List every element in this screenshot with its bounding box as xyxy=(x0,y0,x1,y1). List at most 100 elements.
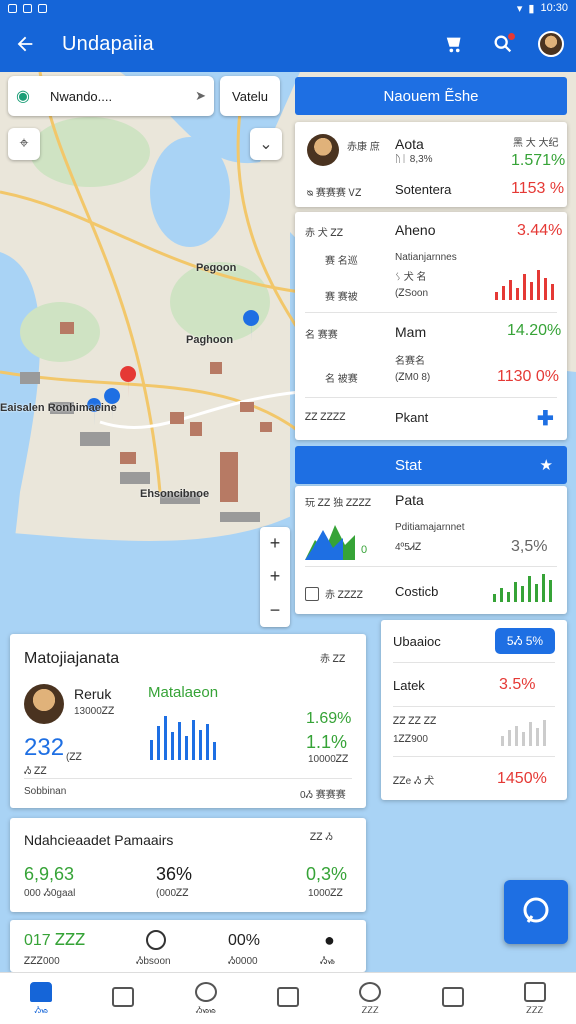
row-name: Aheno xyxy=(395,222,436,238)
book-icon xyxy=(441,987,464,1007)
user-name: Reruk xyxy=(74,686,112,702)
cart-icon[interactable] xyxy=(442,31,468,57)
star-icon[interactable]: ★ xyxy=(540,456,553,474)
stat-value: 0,3% xyxy=(306,864,348,884)
chat-icon xyxy=(523,897,549,923)
bottom-navigation: Ᏹᏹ Ᏹᏹᏹ ᏃᏃᏃ ᏃᏃᏃ xyxy=(0,972,576,1024)
map-filter-button[interactable]: Vatelu xyxy=(220,76,280,116)
signal-icon: ▮ xyxy=(528,2,535,15)
stat-card: 玩 ᏃᏃ 独 ᏃᏃᏃᏃ Pata 0 Pditiamajarnnet 4º5ᏗᏃ… xyxy=(295,486,567,614)
card-corner-label: ᏃᏃ Ᏹ xyxy=(310,832,333,843)
quick-value: 00% xyxy=(228,932,261,949)
quick-card: 017 ᏃᏃᏃ ᏃᏃᏃ000 Ᏹbsoon 00% Ᏹ0000 ● Ᏹᏹ xyxy=(10,920,366,972)
nav-search[interactable]: Ᏹᏹᏹ xyxy=(165,973,247,1024)
locate-icon[interactable]: ⌖ xyxy=(8,128,40,160)
zoom-in-icon[interactable]: + xyxy=(270,533,281,554)
row-name: (ᏃSoon xyxy=(395,288,429,299)
row-percent: 3.5% xyxy=(499,676,536,693)
row-percent: 1130 0% xyxy=(497,368,559,385)
checkbox-icon[interactable] xyxy=(305,586,319,601)
zoom-in-icon[interactable]: + xyxy=(270,566,281,587)
nav-home[interactable]: Ᏹᏹ xyxy=(0,973,82,1024)
wifi-icon: ▾ xyxy=(516,2,523,15)
row-label: 赤 犬 ᏃᏃ xyxy=(305,228,344,239)
search-icon[interactable] xyxy=(490,31,516,57)
badge-button[interactable]: 5Ᏹ 5% xyxy=(495,628,555,654)
chat-icon xyxy=(359,981,382,1002)
row-percent: 1153 % xyxy=(511,180,565,197)
nav-item[interactable] xyxy=(82,973,164,1024)
avatar[interactable] xyxy=(538,31,564,57)
row-label: 名 赛赛 xyxy=(305,330,338,341)
page-title: Undapaiia xyxy=(62,32,154,55)
directions-icon[interactable]: ➤ xyxy=(195,88,206,104)
row-name: Pkant xyxy=(395,410,429,425)
row-label: 名 被赛 xyxy=(325,374,358,385)
stat-header-label: Stat xyxy=(395,456,422,474)
chat-fab-button[interactable] xyxy=(504,880,568,944)
row-name: ᏃᏃ ᏃᏃ ᏃᏃ xyxy=(393,716,437,727)
stat-value: 6,9,63 xyxy=(24,864,75,884)
user-icon[interactable]: ● xyxy=(324,930,335,951)
bed-icon xyxy=(523,981,546,1002)
row-sub: ᚢᛁ 8,3% xyxy=(395,154,433,165)
map-label: Paghoon xyxy=(186,334,234,346)
big-sub: Ᏹ ᏃᏃ xyxy=(24,766,47,777)
card-title: Ndahcieaadet Pamaairs xyxy=(24,832,174,848)
panel1-card-list: 赤 犬 ᏃᏃ Aheno 3.44% 赛 名巡 Natianjarnnes ᛊ … xyxy=(295,212,567,440)
row-label: ᴓ 赛赛赛 ᏙᏃ xyxy=(307,188,362,199)
row-name: Aota xyxy=(395,136,424,152)
big-unit: (ᏃᏃ xyxy=(66,752,82,763)
app-bar: Undapaiia xyxy=(0,16,576,72)
stat-header[interactable]: Stat ★ xyxy=(295,446,567,484)
house-icon xyxy=(112,987,135,1007)
stat-name: Pata xyxy=(395,492,424,508)
user-sub: 13000ᏃᏃ xyxy=(74,706,115,717)
compass-icon[interactable]: ⌄ xyxy=(250,128,282,160)
back-arrow-icon[interactable] xyxy=(12,31,38,57)
nav-item[interactable]: ᏃᏃᏃ xyxy=(494,973,576,1024)
stat-title: 玩 ᏃᏃ 独 ᏃᏃᏃᏃ xyxy=(305,498,372,509)
stat-label: 1000ᏃᏃ xyxy=(308,888,343,899)
row-name: Natianjarnnes xyxy=(395,252,457,263)
mini-bar-chart xyxy=(495,264,554,300)
row-name: Mam xyxy=(395,324,427,340)
map-label: Ehsoncibnoe xyxy=(140,488,210,500)
stat-area-chart xyxy=(305,525,355,560)
panel-header-button[interactable]: Naouem Ẽshe xyxy=(295,77,567,115)
percent-sub: 10000ᏃᏃ xyxy=(308,754,349,765)
map-search-input[interactable]: ◉ Nwando.... ➤ xyxy=(8,76,214,116)
row-label: 赛 名巡 xyxy=(325,256,358,267)
quick-label: Ᏹ0000 xyxy=(228,956,258,967)
notification-icon xyxy=(23,3,32,13)
search-icon xyxy=(194,981,217,1002)
clock-icon[interactable] xyxy=(146,930,166,950)
row-percent: 14.20% xyxy=(507,322,562,339)
row-percent: 3.44% xyxy=(517,222,563,239)
row-name: (ᏃM0 8) xyxy=(395,372,431,383)
quick-label: Ᏹᏹ xyxy=(320,956,335,967)
nav-messages[interactable]: ᏃᏃᏃ xyxy=(329,973,411,1024)
summary-card: Matojiajanata 赤 ᏃᏃ Reruk 13000ᏃᏃ Matalae… xyxy=(10,634,366,808)
row-sub: 名赛名 xyxy=(395,356,425,367)
quick-label: ᏃᏃᏃ000 xyxy=(24,956,60,967)
stats-card: Ndahcieaadet Pamaairs ᏃᏃ Ᏹ 6,9,63 000 Ᏹ0… xyxy=(10,818,366,912)
map-label: Pegoon xyxy=(196,262,237,274)
stat-sub-name: Pditiamajarnnet xyxy=(395,522,465,533)
nav-item[interactable] xyxy=(411,973,493,1024)
quick-value: 017 ᏃᏃᏃ xyxy=(24,932,86,949)
mini-bar-chart xyxy=(501,716,546,746)
home-icon xyxy=(30,981,53,1002)
nav-item[interactable] xyxy=(247,973,329,1024)
row-right: 黑 大 大纪 xyxy=(513,138,559,149)
zoom-out-icon[interactable]: − xyxy=(270,600,281,621)
stat-value: 36% xyxy=(156,864,193,884)
panel3-card: Ubaaioc 5Ᏹ 5% Latek 3.5% ᏃᏃ ᏃᏃ ᏃᏃ 1ᏃᏃ900… xyxy=(381,620,567,800)
mini-bar-chart xyxy=(493,572,552,602)
status-bar: ▾ ▮ 10:30 xyxy=(0,0,576,16)
add-plus-icon[interactable]: ✚ xyxy=(537,406,554,431)
percent-2: 1.1% xyxy=(306,732,348,752)
stat-row2-name: Costicb xyxy=(395,584,439,599)
row-label: 赛 赛被 xyxy=(325,292,358,303)
brand-name: Matalaeon xyxy=(148,684,219,701)
